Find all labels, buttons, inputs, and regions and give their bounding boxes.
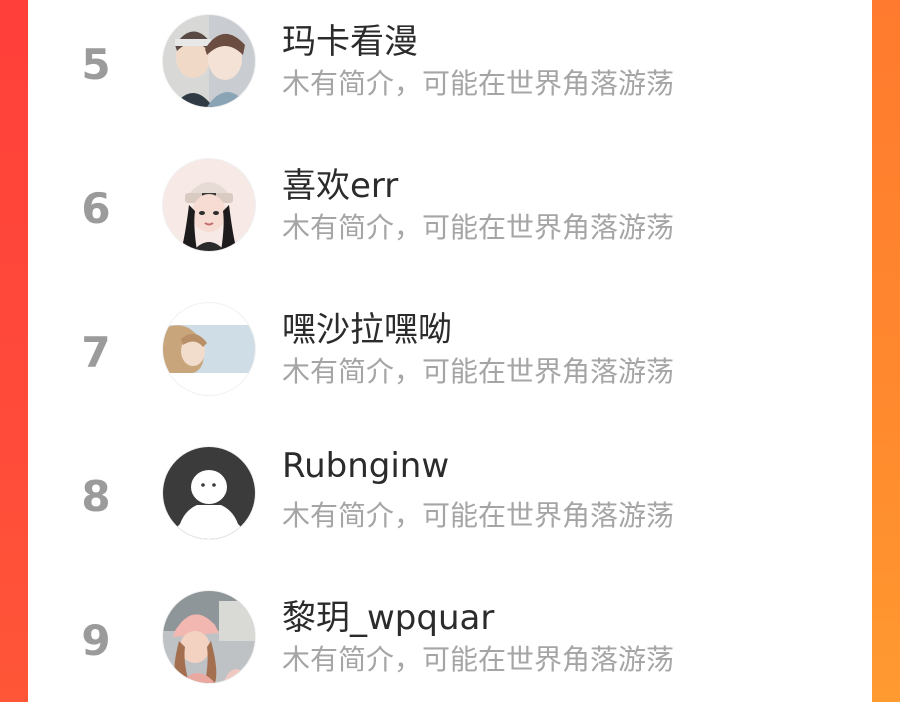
avatar[interactable] [162, 158, 256, 252]
user-bio: 木有简介，可能在世界角落游荡 [282, 499, 675, 532]
user-name[interactable]: 玛卡看漫 [282, 14, 418, 63]
user-bio: 木有简介，可能在世界角落游荡 [282, 643, 675, 676]
rank-number: 8 [81, 472, 111, 521]
user-name[interactable]: 嘿沙拉嘿呦 [282, 302, 452, 351]
avatar[interactable] [162, 302, 256, 396]
user-bio: 木有简介，可能在世界角落游荡 [282, 67, 675, 100]
rank-number: 9 [81, 616, 111, 665]
avatar[interactable] [162, 446, 256, 540]
user-name[interactable]: Rubnginw [282, 446, 449, 486]
list-item[interactable]: 5 玛卡看漫 木有简介，可能在世界角落游荡 [28, 6, 872, 150]
user-name[interactable]: 喜欢err [282, 158, 398, 207]
left-gradient-border [0, 0, 28, 702]
list-item[interactable]: 8 Rubnginw 木有简介，可能在世界角落游荡 [28, 438, 872, 582]
list-item[interactable]: 9 黎玥_wpquar 木有简介，可能在世界角落游荡 [28, 582, 872, 702]
couple-illustration-avatar [163, 15, 255, 107]
user-name[interactable]: 黎玥_wpquar [282, 590, 494, 639]
rank-number: 7 [81, 328, 111, 377]
blonde-girl-photo-avatar [163, 303, 255, 395]
girl-beanie-illustration-avatar [163, 159, 255, 251]
avatar[interactable] [162, 14, 256, 108]
avatar[interactable] [162, 590, 256, 684]
leaderboard-list: 5 玛卡看漫 木有简介，可能在世界角落游荡 6 喜欢err 木有简介，可能在世界… [28, 0, 872, 702]
pink-cap-girl-photo-avatar [163, 591, 255, 683]
list-item[interactable]: 6 喜欢err 木有简介，可能在世界角落游荡 [28, 150, 872, 294]
user-bio: 木有简介，可能在世界角落游荡 [282, 355, 675, 388]
rank-number: 6 [81, 184, 111, 233]
rank-number: 5 [81, 40, 111, 89]
right-gradient-border [872, 0, 900, 702]
default-user-avatar [163, 447, 255, 539]
list-item[interactable]: 7 嘿沙拉嘿呦 木有简介，可能在世界角落游荡 [28, 294, 872, 438]
user-bio: 木有简介，可能在世界角落游荡 [282, 211, 675, 244]
